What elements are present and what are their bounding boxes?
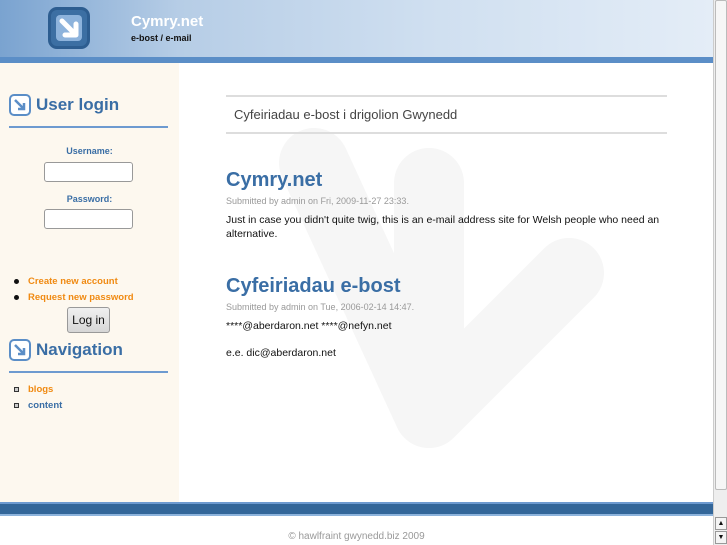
scrollbar-thumb[interactable]	[715, 0, 727, 490]
navigation-heading: Navigation	[9, 339, 123, 361]
divider	[9, 371, 168, 373]
node-body: Just in case you didn't quite twig, this…	[226, 214, 660, 240]
password-input[interactable]	[44, 209, 133, 229]
username-input[interactable]	[44, 162, 133, 182]
scroll-down-icon[interactable]: ▼	[715, 531, 727, 544]
bullet-icon	[14, 387, 19, 392]
vertical-scrollbar[interactable]: ▲ ▼	[713, 0, 727, 545]
list-item: blogs	[14, 384, 53, 395]
footer-text: © hawlfraint gwynedd.biz 2009	[288, 531, 425, 542]
user-login-heading: User login	[9, 94, 119, 116]
log-in-button[interactable]: Log in	[67, 307, 110, 333]
node-body: ****@aberdaron.net ****@nefyn.net	[226, 320, 392, 332]
nav-blogs-link[interactable]: blogs	[28, 384, 53, 395]
header: Cymry.net e-bost / e-mail	[0, 0, 713, 58]
main-content: Cyfeiriadau e-bost i drigolion Gwynedd C…	[179, 63, 713, 502]
bullet-icon	[14, 403, 19, 408]
page: Cymry.net e-bost / e-mail User login Use…	[0, 0, 713, 545]
create-account-link[interactable]: Create new account	[28, 276, 118, 287]
list-item: content	[14, 400, 62, 411]
mission-statement: Cyfeiriadau e-bost i drigolion Gwynedd	[226, 95, 667, 134]
bullet-icon	[14, 279, 19, 284]
bullet-icon	[14, 295, 19, 300]
arrow-icon	[9, 339, 31, 361]
user-login-title: User login	[36, 95, 120, 114]
password-label: Password:	[66, 194, 113, 204]
footer-bar	[0, 502, 713, 516]
navigation-title: Navigation	[36, 340, 123, 359]
node-submitted: Submitted by admin on Tue, 2006-02-14 14…	[226, 302, 415, 312]
logo-arrow-icon[interactable]	[48, 7, 90, 49]
node-submitted: Submitted by admin on Fri, 2009-11-27 23…	[226, 196, 409, 206]
sidebar: User login Username: Password: Log in Cr…	[0, 63, 179, 502]
request-password-link[interactable]: Request new password	[28, 292, 134, 303]
divider	[9, 126, 168, 128]
nav-content-link[interactable]: content	[28, 400, 62, 411]
site-name[interactable]: Cymry.net	[131, 13, 203, 30]
site-slogan: e-bost / e-mail	[131, 33, 192, 43]
node-title[interactable]: Cymry.net	[226, 169, 322, 192]
scroll-up-icon[interactable]: ▲	[715, 517, 727, 530]
node-body: e.e. dic@aberdaron.net	[226, 347, 336, 359]
username-label: Username:	[66, 146, 113, 156]
arrow-icon	[9, 94, 31, 116]
list-item: Request new password	[14, 292, 134, 303]
list-item: Create new account	[14, 276, 118, 287]
node-title[interactable]: Cyfeiriadau e-bost	[226, 275, 400, 298]
